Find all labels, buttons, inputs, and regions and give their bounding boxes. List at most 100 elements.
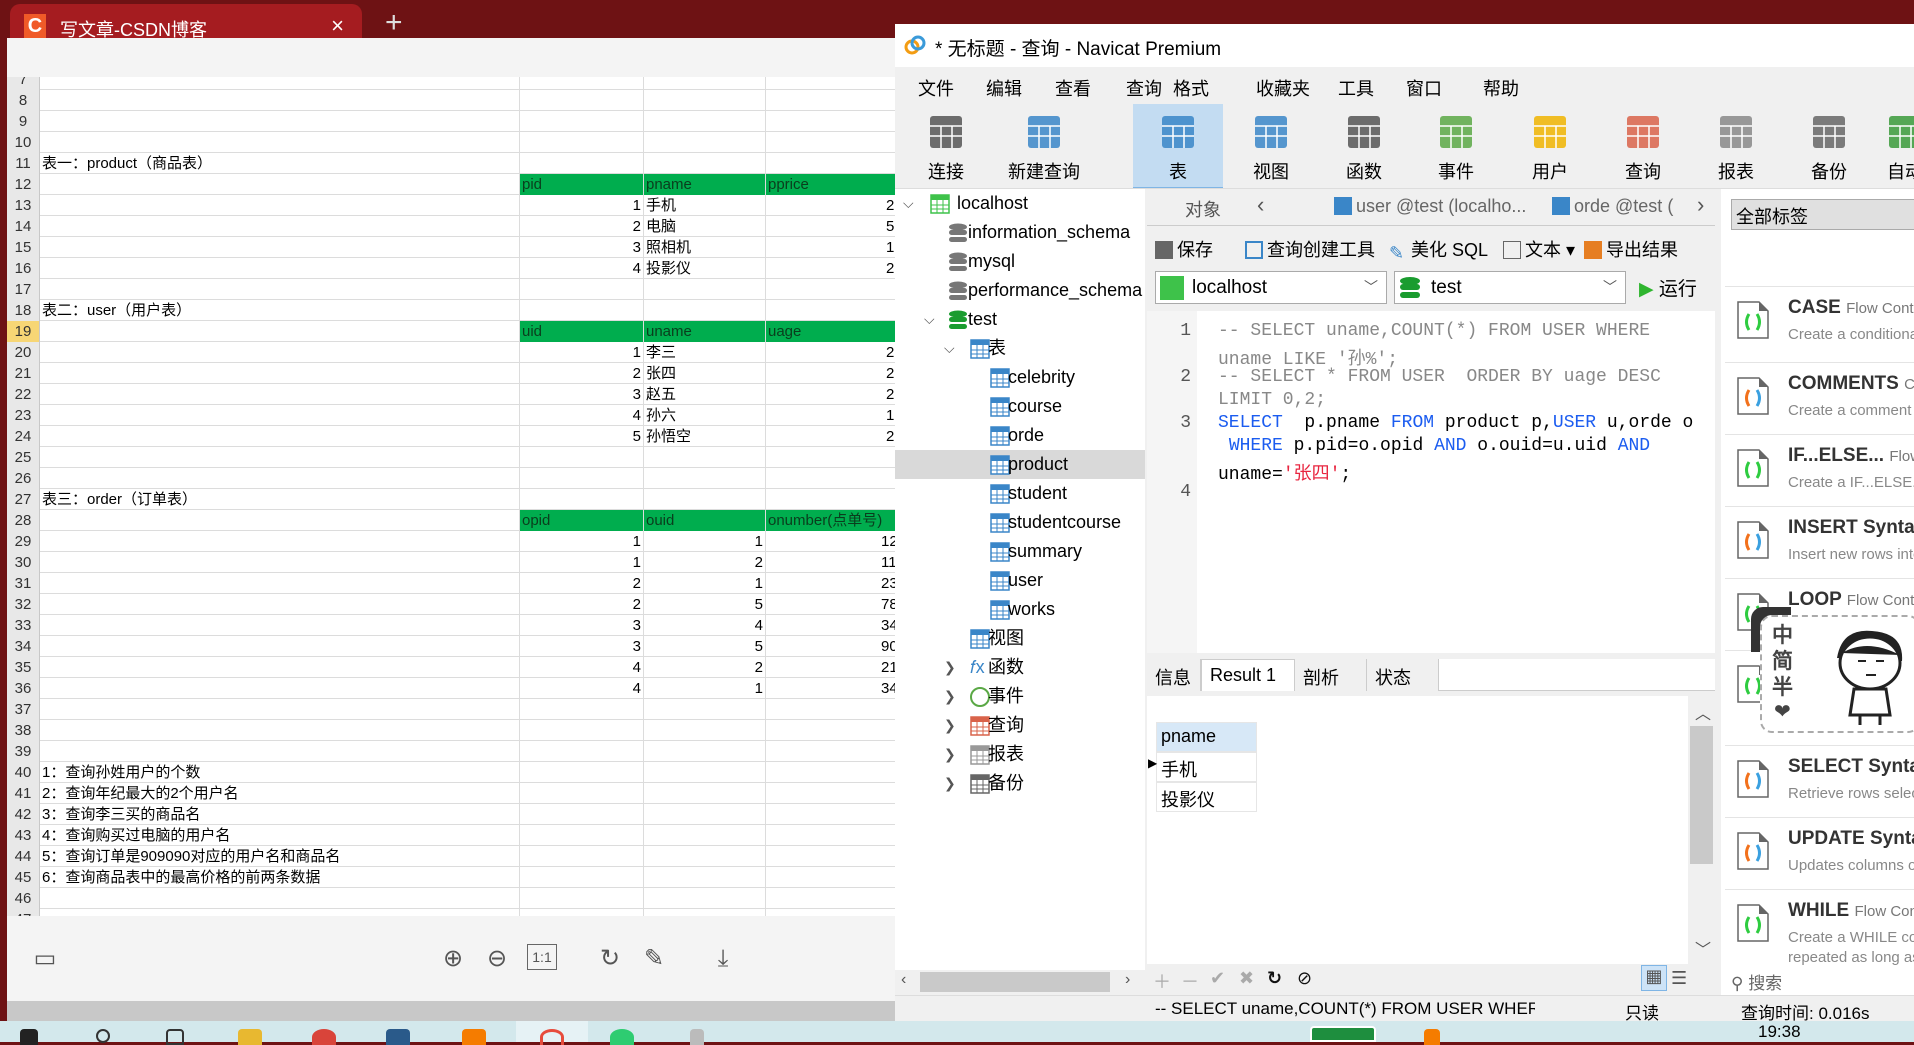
clock[interactable]: 19:38 (1758, 1022, 1801, 1042)
tree-item[interactable]: ❯备份 (895, 769, 1145, 798)
scroll-down-icon[interactable]: ﹀ (1695, 936, 1711, 960)
result-tab[interactable]: Result 1 (1201, 659, 1295, 691)
sql-editor[interactable]: 1234-- SELECT uname,COUNT(*) FROM USER W… (1147, 311, 1715, 653)
tree-item[interactable]: ⌵localhost (895, 189, 1145, 218)
new-tab-button[interactable]: + (385, 6, 403, 40)
tag-filter-select[interactable]: 全部标签 (1731, 199, 1914, 230)
close-tab-icon[interactable]: × (331, 13, 344, 39)
snippet-item[interactable]: INSERT SyntaxInsert new rows into (1725, 506, 1914, 578)
tree-item[interactable]: mysql (895, 247, 1145, 276)
scroll-up-icon[interactable]: ︿ (1695, 700, 1711, 724)
tree-item[interactable]: ⌵表 (895, 334, 1145, 363)
tree-item[interactable]: user (895, 566, 1145, 595)
connection-select[interactable]: localhost ﹀ (1155, 271, 1387, 304)
discard-icon[interactable]: ✖ (1239, 968, 1254, 989)
toolbar-automation-button[interactable]: 自动 (1860, 104, 1914, 189)
tree-item[interactable]: ❯报表 (895, 740, 1145, 769)
tree-item[interactable]: product (895, 450, 1145, 479)
snippet-item[interactable]: UPDATE SyntaxUpdates columns of (1725, 817, 1914, 889)
tree-item[interactable]: ❯𝑓x函数 (895, 653, 1145, 682)
tab-orde[interactable]: orde @test ( (1552, 196, 1690, 217)
apply-icon[interactable]: ✔ (1210, 968, 1225, 989)
save-button[interactable]: 保存 (1155, 236, 1213, 262)
result-tab[interactable]: 信息 (1147, 659, 1201, 691)
tree-item[interactable]: performance_schema (895, 276, 1145, 305)
snippet-item[interactable]: CASE Flow ControlCreate a conditional (1725, 286, 1914, 362)
tree-item[interactable]: 视图 (895, 624, 1145, 653)
menu-item[interactable]: 查询 (1126, 75, 1162, 101)
chevron-right-icon[interactable]: ❯ (944, 769, 956, 798)
toolbar-event-button[interactable]: 事件 (1411, 104, 1501, 189)
form-view-icon[interactable]: ☰ (1671, 968, 1687, 989)
tree-item[interactable]: information_schema (895, 218, 1145, 247)
toolbar-function-button[interactable]: 函数 (1319, 104, 1409, 189)
vertical-scrollbar[interactable]: ︿ ﹀ (1688, 696, 1715, 964)
tree-item[interactable]: ❯事件 (895, 682, 1145, 711)
scrollbar-thumb[interactable] (920, 972, 1110, 992)
toolbar-view-button[interactable]: 视图 (1226, 104, 1316, 189)
toolbar-table-button[interactable]: 表 (1133, 104, 1223, 189)
navicat-taskbar-icon[interactable] (540, 1029, 564, 1045)
run-button[interactable]: ▶ 运行 (1639, 274, 1697, 301)
toolbar-report-button[interactable]: 报表 (1691, 104, 1781, 189)
chevron-down-icon[interactable]: ⌵ (924, 305, 935, 334)
chevron-right-icon[interactable]: ❯ (944, 740, 956, 769)
toolbar-user-button[interactable]: 用户 (1505, 104, 1595, 189)
tree-horizontal-scrollbar[interactable]: ‹ › (895, 970, 1145, 995)
app-icon[interactable] (462, 1029, 486, 1045)
tray-app-icon[interactable] (1310, 1026, 1376, 1042)
edit-pen-icon[interactable]: ✎ (639, 944, 669, 974)
toolbar-new-query-button[interactable]: 新建查询 (999, 104, 1089, 189)
menu-item[interactable]: 格式 (1173, 75, 1209, 101)
tree-item[interactable]: orde (895, 421, 1145, 450)
tabs-prev-icon[interactable]: ‹ (1257, 192, 1264, 218)
search-icon[interactable] (96, 1029, 110, 1043)
tree-item[interactable]: course (895, 392, 1145, 421)
chevron-right-icon[interactable]: ❯ (944, 711, 956, 740)
tab-objects[interactable]: 对象 (1185, 196, 1221, 222)
horizontal-scrollbar[interactable] (7, 1001, 895, 1021)
chevron-down-icon[interactable]: ⌵ (944, 334, 955, 363)
export-results-button[interactable]: 导出结果 (1584, 236, 1678, 262)
menu-item[interactable]: 文件 (918, 75, 954, 101)
tree-item[interactable]: ❯查询 (895, 711, 1145, 740)
chevron-right-icon[interactable]: ❯ (944, 682, 956, 711)
refresh-icon[interactable]: ↻ (1267, 968, 1282, 989)
scroll-left-icon[interactable]: ‹ (901, 971, 906, 989)
toolbar-connection-button[interactable]: 连接 (901, 104, 991, 189)
beautify-sql-button[interactable]: ✎美化 SQL (1389, 236, 1488, 262)
snippet-item[interactable]: WHILE Flow ControlCreate a WHILE constru… (1725, 889, 1914, 984)
tree-item[interactable]: summary (895, 537, 1145, 566)
chevron-right-icon[interactable]: ❯ (944, 653, 956, 682)
result-cell[interactable]: 投影仪 (1156, 782, 1257, 812)
result-tab[interactable]: 状态 (1367, 659, 1439, 691)
tray-icon[interactable] (1424, 1029, 1440, 1045)
app-icon[interactable] (312, 1029, 336, 1045)
snippet-item[interactable]: COMMENTS CCreate a comment (1725, 362, 1914, 434)
tree-item[interactable]: ⌵test (895, 305, 1145, 334)
delete-row-icon[interactable]: － (1181, 968, 1199, 994)
add-row-icon[interactable]: ＋ (1153, 968, 1171, 994)
snippet-item[interactable]: SELECT SyntaxRetrieve rows selected (1725, 745, 1914, 817)
menu-item[interactable]: 查看 (1055, 75, 1091, 101)
text-button[interactable]: 文本 ▾ (1503, 236, 1575, 262)
stop-icon[interactable]: ⊘ (1297, 968, 1312, 989)
wechat-icon[interactable] (610, 1029, 634, 1045)
menu-item[interactable]: 工具 (1338, 75, 1374, 101)
tree-item[interactable]: student (895, 479, 1145, 508)
menu-item[interactable]: 收藏夹 (1256, 75, 1310, 101)
zoom-out-icon[interactable]: ⊖ (482, 944, 512, 974)
grid-view-icon[interactable]: ▦ (1641, 965, 1667, 991)
menu-item[interactable]: 编辑 (986, 75, 1022, 101)
layout-icon[interactable]: ▭ (30, 944, 60, 974)
snippet-item[interactable]: IF...ELSE... Flow CCreate a IF...ELSE...… (1725, 434, 1914, 506)
result-cell[interactable]: 手机 (1156, 752, 1257, 782)
menu-item[interactable]: 帮助 (1483, 75, 1519, 101)
rotate-icon[interactable]: ↻ (595, 944, 625, 974)
tree-item[interactable]: studentcourse (895, 508, 1145, 537)
column-header-pname[interactable]: pname (1156, 722, 1257, 752)
file-explorer-icon[interactable] (238, 1029, 262, 1045)
scrollbar-thumb[interactable] (1690, 726, 1713, 864)
query-builder-button[interactable]: 查询创建工具 (1245, 236, 1375, 262)
zoom-in-icon[interactable]: ⊕ (438, 944, 468, 974)
